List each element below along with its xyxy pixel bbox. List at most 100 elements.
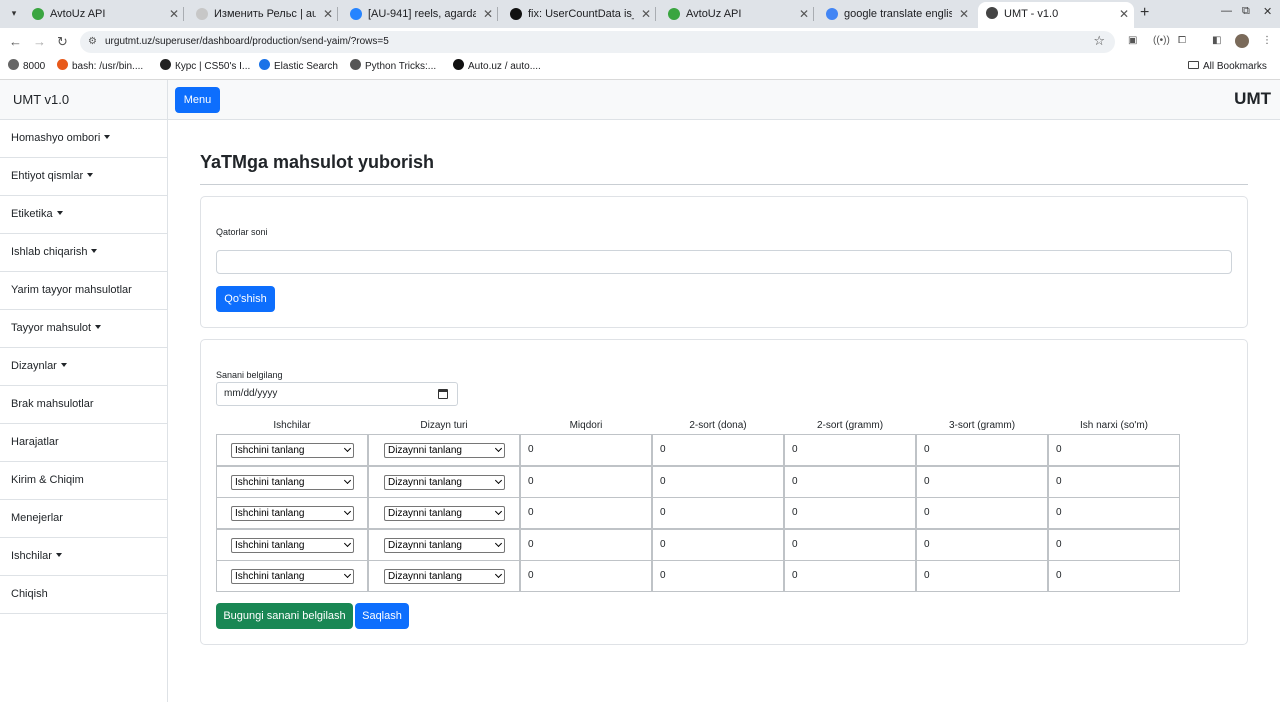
save-button[interactable]: Saqlash (355, 603, 409, 629)
set-today-button[interactable]: Bugungi sanani belgilash (216, 603, 353, 629)
sidebar-item-homashyo-ombori[interactable]: Homashyo ombori (0, 120, 167, 158)
extensions-puzzle-icon[interactable]: ⧠ (1178, 35, 1186, 46)
rows-count-input[interactable] (216, 250, 1232, 274)
miqdori-input[interactable]: 0 (520, 466, 652, 498)
worker-select[interactable]: Ishchini tanlang (231, 569, 354, 584)
cast-icon[interactable]: ((•)) (1153, 35, 1170, 46)
add-rows-button[interactable]: Qo'shish (216, 286, 275, 312)
sort2-dona-input[interactable]: 0 (652, 434, 784, 466)
sidebar-item-harajatlar[interactable]: Harajatlar (0, 424, 167, 462)
sidebar-item-tayyor-mahsulot[interactable]: Tayyor mahsulot (0, 310, 167, 348)
browser-tab[interactable]: UMT - v1.0 ✕ (978, 2, 1134, 28)
miqdori-input[interactable]: 0 (520, 529, 652, 561)
bookmark-item[interactable]: bash: /usr/bin.... (57, 56, 143, 78)
site-info-icon[interactable]: ⚙ (88, 36, 97, 47)
minimize-icon[interactable]: — (1221, 5, 1232, 17)
browser-tab[interactable]: Изменить Рельс | auto.u ✕ (188, 3, 338, 25)
sort2-gramm-input[interactable]: 0 (784, 529, 916, 561)
bookmark-item[interactable]: Auto.uz / auto.... (453, 56, 541, 78)
design-select[interactable]: Dizaynni tanlang (384, 475, 505, 490)
tab-close-icon[interactable]: ✕ (1119, 2, 1129, 26)
sidebar-item-chiqish[interactable]: Chiqish (0, 576, 167, 614)
sort3-gramm-input[interactable]: 0 (916, 560, 1048, 592)
sort2-gramm-input[interactable]: 0 (784, 560, 916, 592)
sort2-dona-input[interactable]: 0 (652, 529, 784, 561)
design-select[interactable]: Dizaynni tanlang (384, 506, 505, 521)
browser-tab[interactable]: AvtoUz API ✕ (660, 3, 814, 25)
sort3-gramm-input[interactable]: 0 (916, 529, 1048, 561)
sort2-gramm-input[interactable]: 0 (784, 434, 916, 466)
caret-down-icon (91, 249, 98, 253)
sort3-gramm-input[interactable]: 0 (916, 497, 1048, 529)
brand[interactable]: UMT v1.0 (13, 80, 69, 119)
design-select[interactable]: Dizaynni tanlang (384, 569, 505, 584)
worker-select[interactable]: Ishchini tanlang (231, 443, 354, 458)
tab-close-icon[interactable]: ✕ (641, 3, 651, 25)
chevron-down-icon (494, 507, 503, 516)
url-text[interactable]: urgutmt.uz/superuser/dashboard/productio… (105, 31, 389, 53)
browser-tab[interactable]: [AU-941] reels, agarda st ✕ (342, 3, 498, 25)
design-select[interactable]: Dizaynni tanlang (384, 443, 505, 458)
new-tab-button[interactable]: + (1140, 3, 1149, 23)
sort2-dona-input[interactable]: 0 (652, 560, 784, 592)
folder-icon (1188, 61, 1199, 69)
sort2-dona-input[interactable]: 0 (652, 466, 784, 498)
browser-tab[interactable]: AvtoUz API ✕ (24, 3, 184, 25)
tab-close-icon[interactable]: ✕ (169, 3, 179, 25)
design-select[interactable]: Dizaynni tanlang (384, 538, 505, 553)
sidebar-item-etiketika[interactable]: Etiketika (0, 196, 167, 234)
bookmark-item[interactable]: Python Tricks:... (350, 56, 436, 78)
sidebar-item-dizaynlar[interactable]: Dizaynlar (0, 348, 167, 386)
date-input[interactable]: mm/dd/yyyy (216, 382, 458, 406)
sidebar-item-ehtiyot-qismlar[interactable]: Ehtiyot qismlar (0, 158, 167, 196)
address-bar[interactable]: ⚙ urgutmt.uz/superuser/dashboard/product… (80, 31, 1115, 53)
bookmark-star-icon[interactable]: ☆ (1093, 33, 1105, 49)
menu-button[interactable]: Menu (175, 87, 220, 113)
sort3-gramm-input[interactable]: 0 (916, 466, 1048, 498)
sort2-dona-input[interactable]: 0 (652, 497, 784, 529)
browser-menu-icon[interactable]: ⋮ (1262, 35, 1272, 46)
back-icon[interactable]: ← (9, 34, 22, 50)
tab-close-icon[interactable]: ✕ (959, 3, 969, 25)
worker-select[interactable]: Ishchini tanlang (231, 506, 354, 521)
miqdori-input[interactable]: 0 (520, 434, 652, 466)
tab-close-icon[interactable]: ✕ (483, 3, 493, 25)
bookmark-item[interactable]: Курс | CS50's I... (160, 56, 250, 78)
browser-tab[interactable]: google translate english ✕ (818, 3, 974, 25)
restore-icon[interactable]: ⧉ (1242, 5, 1250, 18)
calendar-icon[interactable] (438, 389, 448, 399)
sidebar-item-ishchilar[interactable]: Ishchilar (0, 538, 167, 576)
ish-narxi-input[interactable]: 0 (1048, 529, 1180, 561)
tab-favicon-icon (32, 8, 44, 20)
reload-icon[interactable]: ↻ (57, 34, 68, 50)
sidebar-item-menejerlar[interactable]: Menejerlar (0, 500, 167, 538)
worker-select[interactable]: Ishchini tanlang (231, 475, 354, 490)
sidebar-item-brak-mahsulotlar[interactable]: Brak mahsulotlar (0, 386, 167, 424)
ish-narxi-input[interactable]: 0 (1048, 434, 1180, 466)
sidebar-item-ishlab-chiqarish[interactable]: Ishlab chiqarish (0, 234, 167, 272)
close-window-icon[interactable]: ✕ (1263, 5, 1272, 18)
worker-select[interactable]: Ishchini tanlang (231, 538, 354, 553)
tab-search-chevron-icon[interactable]: ▾ (6, 5, 22, 21)
sidebar-item-yarim-tayyor-mahsulotlar[interactable]: Yarim tayyor mahsulotlar (0, 272, 167, 310)
browser-tab[interactable]: fix: UserCountData is_re ✕ (502, 3, 656, 25)
bookmark-favicon-icon (259, 59, 270, 70)
sort3-gramm-input[interactable]: 0 (916, 434, 1048, 466)
miqdori-input[interactable]: 0 (520, 560, 652, 592)
bookmark-item[interactable]: 8000 (8, 56, 45, 78)
ish-narxi-input[interactable]: 0 (1048, 466, 1180, 498)
miqdori-input[interactable]: 0 (520, 497, 652, 529)
sort2-gramm-input[interactable]: 0 (784, 497, 916, 529)
ish-narxi-input[interactable]: 0 (1048, 560, 1180, 592)
bookmark-item[interactable]: Elastic Search (259, 56, 338, 78)
profile-avatar[interactable] (1235, 34, 1249, 48)
forward-icon[interactable]: → (33, 34, 46, 50)
tab-close-icon[interactable]: ✕ (323, 3, 333, 25)
side-panel-icon[interactable]: ◧ (1212, 35, 1221, 46)
sort2-gramm-input[interactable]: 0 (784, 466, 916, 498)
extension-icon[interactable]: ▣ (1128, 35, 1137, 46)
ish-narxi-input[interactable]: 0 (1048, 497, 1180, 529)
sidebar-item-kirim-chiqim[interactable]: Kirim & Chiqim (0, 462, 167, 500)
tab-close-icon[interactable]: ✕ (799, 3, 809, 25)
all-bookmarks[interactable]: All Bookmarks (1188, 56, 1267, 78)
